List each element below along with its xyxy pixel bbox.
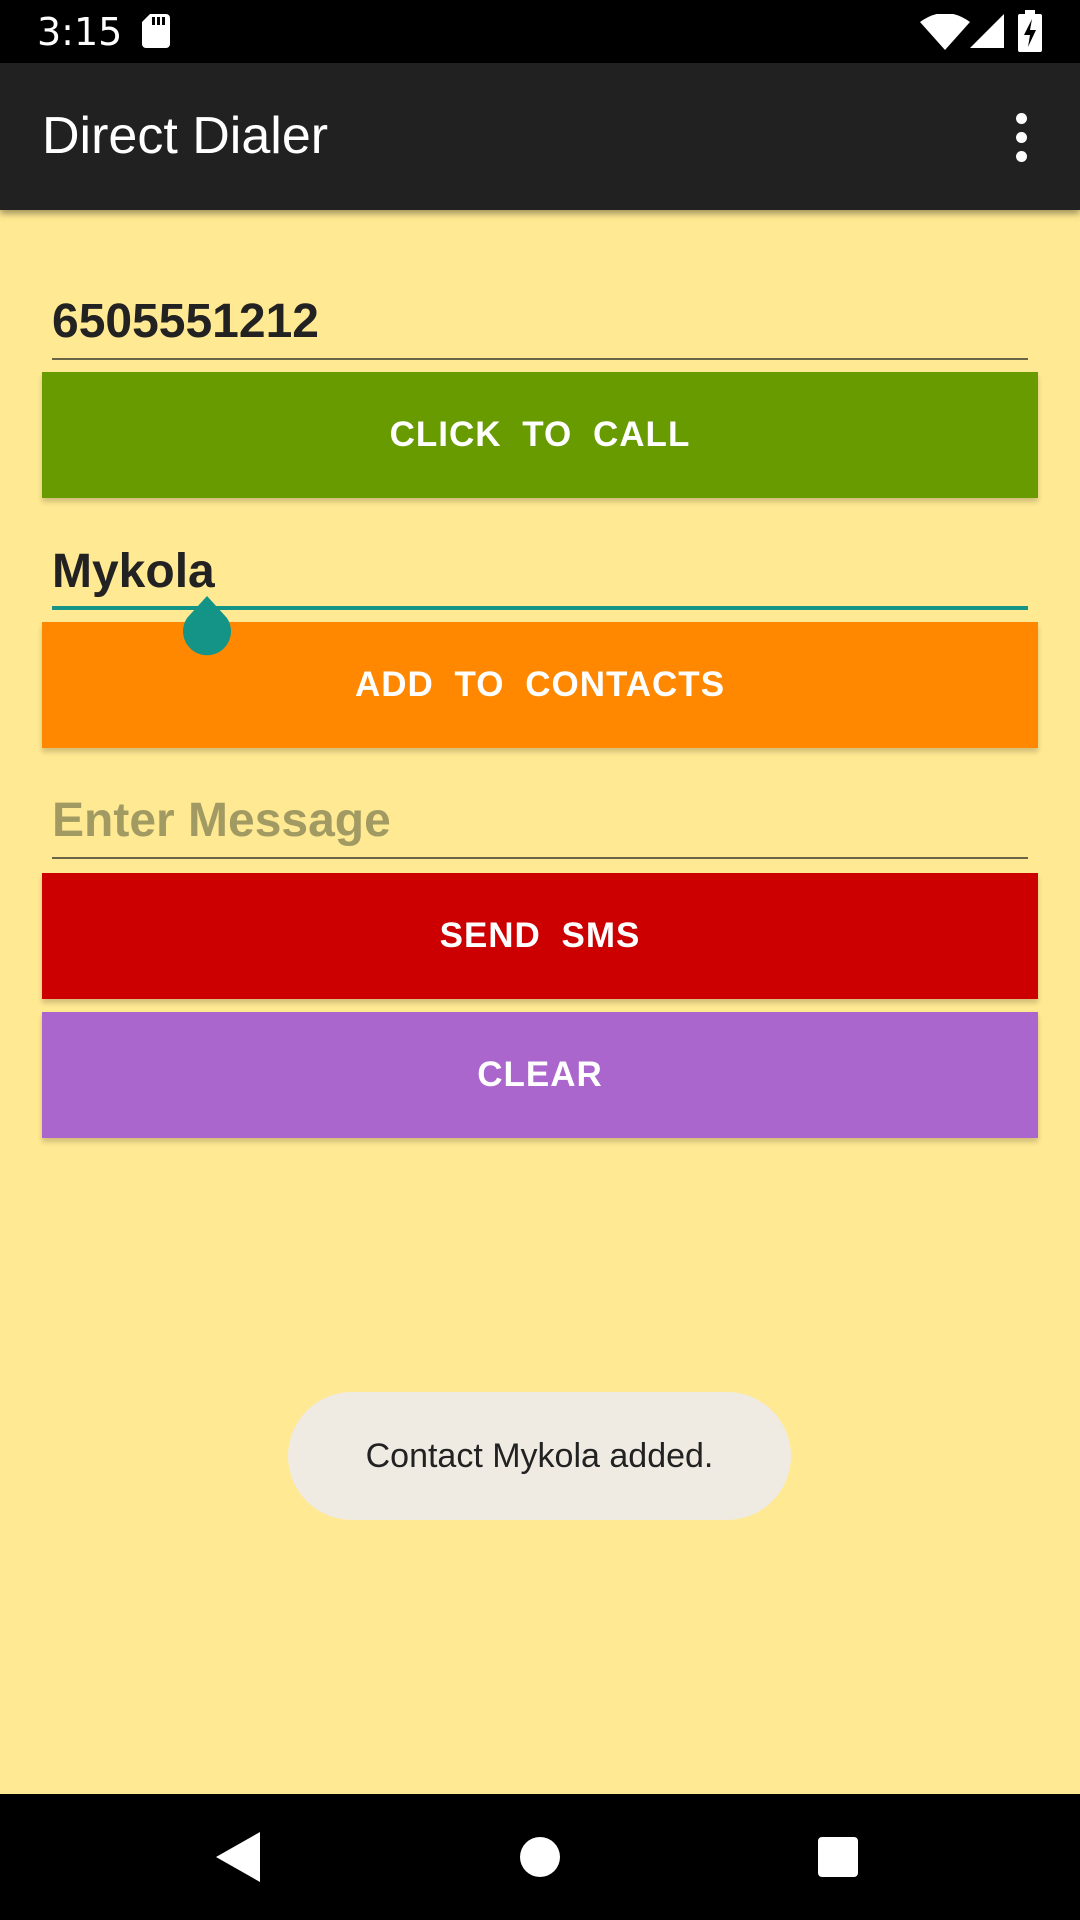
phone-number-value: 6505551212 — [52, 295, 319, 348]
sd-card-icon — [142, 14, 170, 48]
home-icon[interactable] — [520, 1837, 560, 1877]
phone-number-underline — [52, 358, 1028, 360]
signal-icon — [970, 14, 1004, 48]
toast-message: Contact Mykola added. — [288, 1392, 791, 1520]
send-sms-button[interactable]: SEND SMS — [42, 873, 1038, 999]
phone-number-field[interactable]: 6505551212 — [52, 280, 1028, 360]
navigation-bar — [0, 1794, 1080, 1920]
contact-name-value: Mykola — [52, 545, 215, 598]
battery-charging-icon — [1018, 10, 1042, 52]
main-content: 6505551212 CLICK TO CALL Mykola ADD TO C… — [0, 210, 1080, 1794]
wifi-icon — [920, 14, 970, 50]
back-icon[interactable] — [216, 1832, 260, 1882]
more-vert-icon[interactable] — [1000, 105, 1044, 169]
text-cursor-handle[interactable] — [181, 596, 233, 658]
status-time: 3:15 — [37, 10, 123, 54]
message-field[interactable]: Enter Message — [52, 779, 1028, 859]
clear-button[interactable]: CLEAR — [42, 1012, 1038, 1138]
message-underline — [52, 857, 1028, 859]
status-bar: 3:15 — [0, 0, 1080, 63]
app-bar: Direct Dialer — [0, 63, 1080, 210]
message-placeholder: Enter Message — [52, 794, 391, 847]
recents-icon[interactable] — [818, 1837, 858, 1877]
app-title: Direct Dialer — [42, 107, 329, 165]
click-to-call-button[interactable]: CLICK TO CALL — [42, 372, 1038, 498]
